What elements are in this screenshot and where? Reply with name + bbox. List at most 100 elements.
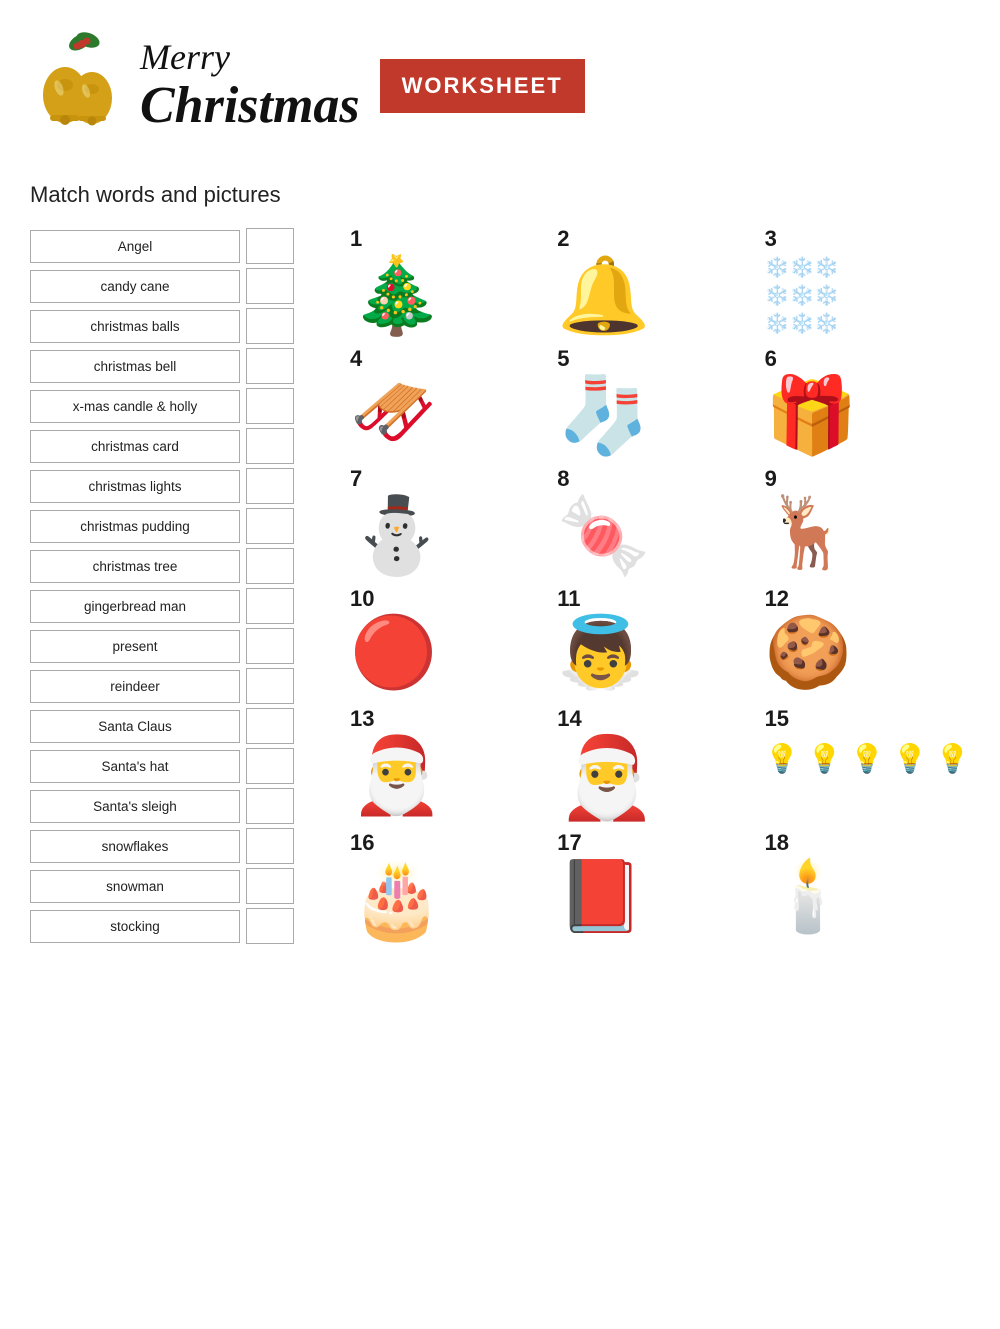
word-row: candy cane: [30, 268, 320, 304]
word-row: Santa's hat: [30, 748, 320, 784]
word-label: snowman: [30, 870, 240, 903]
picture-item: 4🛷: [350, 348, 537, 458]
picture-emoji: 🎅: [350, 734, 443, 817]
answer-input-box[interactable]: [246, 468, 294, 504]
word-row: gingerbread man: [30, 588, 320, 624]
bell-holly-icon: [30, 30, 130, 130]
word-label: christmas lights: [30, 470, 240, 503]
answer-input-box[interactable]: [246, 308, 294, 344]
picture-item: 7⛄: [350, 468, 537, 578]
answer-input-box[interactable]: [246, 908, 294, 944]
answer-input-box[interactable]: [246, 668, 294, 704]
word-row: snowflakes: [30, 828, 320, 864]
answer-input-box[interactable]: [246, 268, 294, 304]
picture-number: 11: [557, 588, 580, 610]
word-row: christmas pudding: [30, 508, 320, 544]
picture-emoji: 🎅: [557, 734, 657, 822]
word-row: christmas bell: [30, 348, 320, 384]
picture-emoji: 🔔: [557, 254, 650, 337]
answer-input-box[interactable]: [246, 828, 294, 864]
answer-input-box[interactable]: [246, 788, 294, 824]
picture-number: 6: [765, 348, 777, 370]
picture-number: 12: [765, 588, 789, 610]
picture-emoji: 👼: [557, 614, 644, 691]
picture-emoji: 🎄: [350, 254, 443, 337]
bell-decoration: [30, 30, 130, 142]
word-row: x-mas candle & holly: [30, 388, 320, 424]
answer-input-box[interactable]: [246, 548, 294, 584]
picture-item: 5🧦: [557, 348, 744, 458]
snowflakes-display: ❄️❄️❄️❄️❄️❄️❄️❄️❄️: [765, 254, 875, 338]
word-label: Santa's hat: [30, 750, 240, 783]
picture-emoji: 🎁: [765, 374, 858, 457]
answer-input-box[interactable]: [246, 508, 294, 544]
answer-input-box[interactable]: [246, 348, 294, 384]
word-label: snowflakes: [30, 830, 240, 863]
picture-number: 5: [557, 348, 569, 370]
picture-number: 3: [765, 228, 777, 250]
picture-item: 6🎁: [765, 348, 970, 458]
picture-item: 10🔴: [350, 588, 537, 698]
answer-input-box[interactable]: [246, 588, 294, 624]
answer-input-box[interactable]: [246, 228, 294, 264]
picture-item: 17 📕: [557, 832, 744, 942]
picture-emoji: 🔴: [350, 614, 437, 691]
picture-emoji: 📕: [557, 858, 644, 935]
word-label: christmas tree: [30, 550, 240, 583]
picture-item: 2🔔: [557, 228, 744, 338]
word-row: snowman: [30, 868, 320, 904]
picture-number: 7: [350, 468, 362, 490]
subtitle: Match words and pictures: [30, 182, 970, 208]
title-block: Merry Christmas: [140, 38, 360, 135]
picture-emoji: 🦌: [765, 494, 852, 571]
picture-number: 8: [557, 468, 569, 490]
word-label: candy cane: [30, 270, 240, 303]
answer-input-box[interactable]: [246, 428, 294, 464]
picture-emoji: 🕯️: [765, 858, 852, 935]
picture-item: 16 🎂: [350, 832, 537, 942]
picture-number: 2: [557, 228, 569, 250]
worksheet-badge: WORKSHEET: [380, 59, 585, 113]
picture-emoji: 💡 💡 💡 💡 💡: [765, 734, 970, 784]
picture-number: 13: [350, 708, 374, 730]
word-label: gingerbread man: [30, 590, 240, 623]
word-row: christmas card: [30, 428, 320, 464]
picture-item: 8🍬: [557, 468, 744, 578]
word-label: christmas balls: [30, 310, 240, 343]
picture-emoji: 🛷: [350, 374, 437, 451]
word-row: present: [30, 628, 320, 664]
answer-input-box[interactable]: [246, 708, 294, 744]
word-label: x-mas candle & holly: [30, 390, 240, 423]
word-row: Santa's sleigh: [30, 788, 320, 824]
picture-number: 9: [765, 468, 777, 490]
picture-item: 13 🎅: [350, 708, 537, 818]
picture-item: 15 💡 💡 💡 💡 💡: [765, 708, 970, 818]
word-row: christmas balls: [30, 308, 320, 344]
main-layout: Angel candy cane christmas balls christmas …: [30, 228, 970, 944]
picture-item: 12🍪: [765, 588, 970, 698]
picture-emoji: 🧦: [557, 374, 650, 457]
picture-number: 15: [765, 708, 789, 730]
christmas-text: Christmas: [140, 77, 360, 134]
picture-number: 17: [557, 832, 581, 854]
picture-number: 4: [350, 348, 362, 370]
word-row: Santa Claus: [30, 708, 320, 744]
word-label: Angel: [30, 230, 240, 263]
word-label: Santa Claus: [30, 710, 240, 743]
picture-emoji: 🎂: [350, 858, 443, 941]
word-label: christmas card: [30, 430, 240, 463]
header: Merry Christmas WORKSHEET: [30, 20, 970, 152]
answer-input-box[interactable]: [246, 868, 294, 904]
picture-grid: 1🎄2🔔3❄️❄️❄️❄️❄️❄️❄️❄️❄️4🛷5🧦6🎁7⛄8🍬9🦌10🔴11…: [340, 228, 970, 942]
picture-emoji: 🍬: [557, 494, 650, 577]
word-row: christmas tree: [30, 548, 320, 584]
picture-item: 11 👼: [557, 588, 744, 698]
picture-item: 18🕯️: [765, 832, 970, 942]
picture-number: 16: [350, 832, 374, 854]
word-label: Santa's sleigh: [30, 790, 240, 823]
answer-input-box[interactable]: [246, 628, 294, 664]
word-row: christmas lights: [30, 468, 320, 504]
answer-input-box[interactable]: [246, 748, 294, 784]
word-label: present: [30, 630, 240, 663]
answer-input-box[interactable]: [246, 388, 294, 424]
